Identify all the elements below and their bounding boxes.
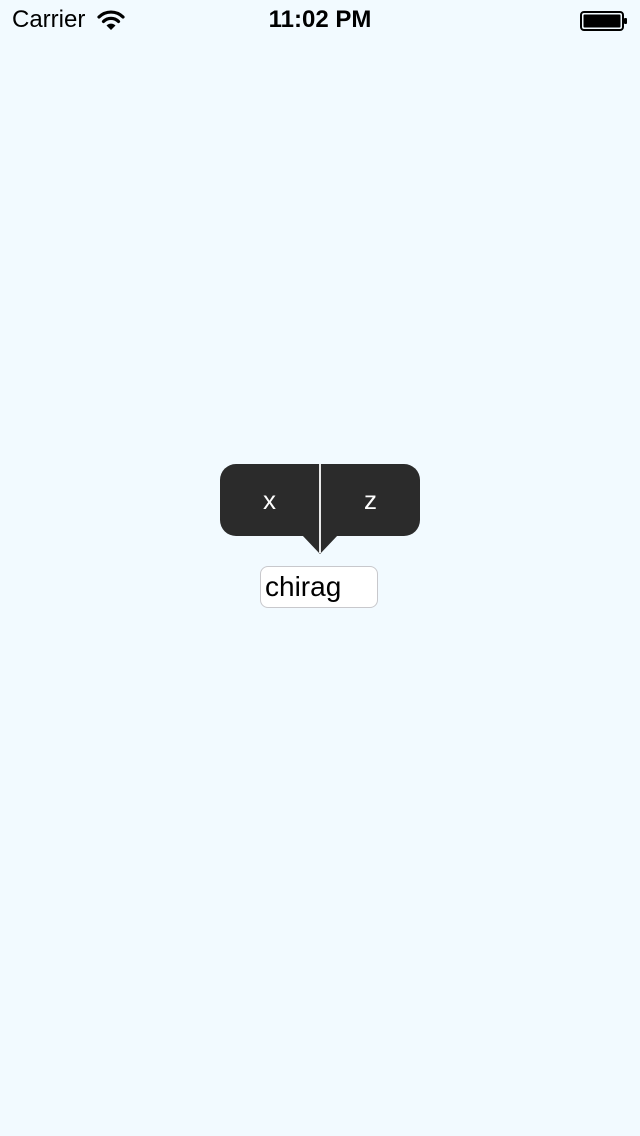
menu-arrow-pointer	[302, 535, 338, 554]
status-bar: Carrier 11:02 PM	[0, 0, 640, 40]
status-time: 11:02 PM	[268, 6, 372, 33]
text-input-field[interactable]: chirag	[260, 566, 378, 608]
edit-menu-popover: x z	[220, 464, 420, 536]
battery-full-icon	[580, 11, 627, 31]
menu-item-z[interactable]: z	[321, 464, 420, 536]
menu-item-x[interactable]: x	[220, 464, 319, 536]
